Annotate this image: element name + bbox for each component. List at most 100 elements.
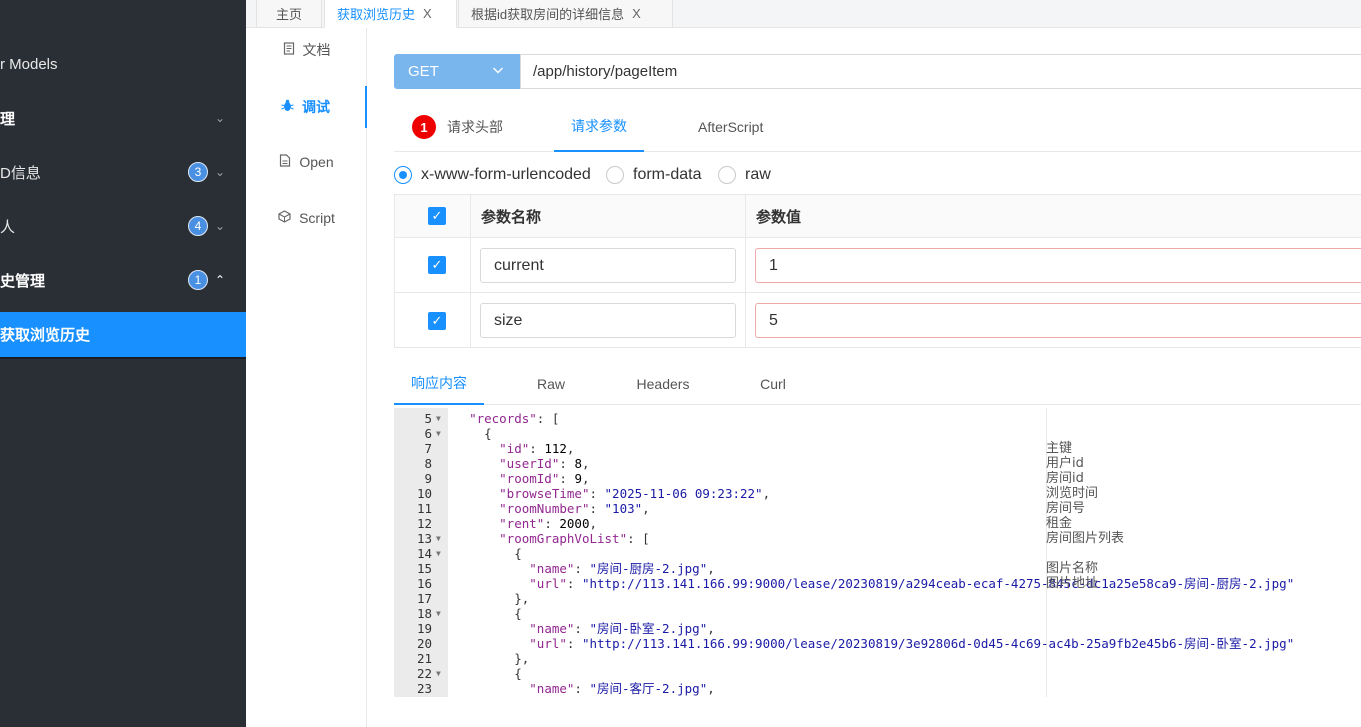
row-select-cell: ✓ <box>395 293 471 348</box>
fold-arrow-icon[interactable]: ▼ <box>436 411 444 426</box>
sidebar-item-label: 获取浏览历史 <box>0 327 91 344</box>
method-select[interactable]: GET <box>394 54 520 89</box>
row-value-cell: 1 <box>746 238 1361 292</box>
fold-arrow-icon[interactable]: ▼ <box>436 606 444 621</box>
sidebar-item-models[interactable]: r Models <box>0 43 246 85</box>
tab-label: 获取浏览历史 <box>337 7 416 22</box>
file-icon <box>279 154 291 170</box>
sidebar-item-label: D信息 <box>0 164 41 182</box>
chevron-up-icon: ⌃ <box>214 273 226 287</box>
doc-icon <box>283 42 295 58</box>
radio-form-data[interactable]: form-data <box>606 162 701 188</box>
tab-label: AfterScript <box>698 119 764 135</box>
nav-open[interactable]: Open <box>246 142 367 182</box>
row-checkbox[interactable]: ✓ <box>428 311 446 330</box>
tab-after-script[interactable]: AfterScript <box>698 102 763 152</box>
sidebar: r Models 理 ⌄ D信息 3 ⌄ 人 4 ⌄ 史管理 1 ⌃ 获取浏览历… <box>0 0 246 727</box>
code-text: "roomNumber": "103", <box>499 501 650 516</box>
tab-curl[interactable]: Curl <box>728 362 818 405</box>
line-number: 10 <box>416 486 432 501</box>
row-select-cell: ✓ <box>395 238 471 292</box>
sidebar-item-get-browse-history[interactable]: 获取浏览历史 <box>0 312 246 357</box>
line-number: 8 <box>424 456 432 471</box>
tab-request-params[interactable]: 请求参数 <box>554 102 644 152</box>
nav-label: Open <box>299 154 334 170</box>
code-text: "roomGraphVoList": [ <box>499 531 650 546</box>
header-select-cell: ✓ <box>395 195 471 237</box>
tab-raw[interactable]: Raw <box>506 362 596 405</box>
radio-label: form-data <box>633 166 702 183</box>
code-icon <box>278 210 291 226</box>
code-line: 22 ▼ { <box>394 666 1361 681</box>
line-number: 20 <box>416 636 432 651</box>
code-text: "name": "房间-客厅-2.jpg", <box>529 681 715 696</box>
close-icon[interactable]: X <box>423 6 432 21</box>
nav-script[interactable]: Script <box>246 198 367 238</box>
tab-response-content[interactable]: 响应内容 <box>394 362 484 405</box>
param-value-input[interactable]: 1 <box>755 248 1361 283</box>
response-code-editor[interactable]: 5 ▼ "records": [6 ▼ {7 "id": 112, 主键 8 "user… <box>394 408 1361 697</box>
tab-room-detail[interactable]: 根据id获取房间的详细信息 X <box>458 0 673 28</box>
radio-unchecked-icon <box>606 166 624 184</box>
tab-label: 根据id获取房间的详细信息 <box>471 7 625 22</box>
radio-raw[interactable]: raw <box>718 162 771 188</box>
url-input[interactable]: /app/history/pageItem <box>520 54 1361 89</box>
tab-label: 主页 <box>275 7 302 22</box>
tab-get-browse-history[interactable]: 获取浏览历史 X <box>324 0 457 28</box>
close-icon[interactable]: X <box>632 6 641 21</box>
fold-arrow-icon[interactable]: ▼ <box>436 426 444 441</box>
table-header-row: ✓ 参数名称 参数值 <box>395 195 1361 238</box>
code-text: "roomId": 9, <box>499 471 590 486</box>
fold-arrow-icon[interactable]: ▼ <box>436 546 444 561</box>
chevron-down-icon: ⌄ <box>214 111 226 125</box>
sidebar-item-group-1[interactable]: 理 ⌄ <box>0 97 246 139</box>
fold-arrow-icon[interactable]: ▼ <box>436 531 444 546</box>
param-value-input[interactable]: 5 <box>755 303 1361 338</box>
doc-side-nav: 文档 调试 Open Script <box>246 28 367 727</box>
param-name-value: current <box>494 256 544 274</box>
nav-debug[interactable]: 调试 <box>246 86 367 128</box>
sidebar-item-history-management[interactable]: 史管理 1 ⌃ <box>0 259 246 301</box>
sidebar-item-group-3[interactable]: 人 4 ⌄ <box>0 205 246 247</box>
line-number: 15 <box>416 561 432 576</box>
line-number: 11 <box>416 501 432 516</box>
sidebar-item-label: r Models <box>0 55 58 73</box>
line-number: 22 <box>416 666 432 681</box>
field-description: 主键 <box>1046 441 1073 456</box>
error-count-badge: 1 <box>412 115 436 139</box>
tab-home[interactable]: 主页 <box>256 0 322 28</box>
line-number: 17 <box>416 591 432 606</box>
fold-arrow-icon[interactable]: ▼ <box>436 666 444 681</box>
code-line: 5 ▼ "records": [ <box>394 411 1361 426</box>
table-row: ✓ size 5 <box>395 293 1361 348</box>
tab-request-headers[interactable]: 1 请求头部 <box>412 102 503 152</box>
tab-headers[interactable]: Headers <box>618 362 708 405</box>
line-number: 21 <box>416 651 432 666</box>
line-number: 13 <box>416 531 432 546</box>
param-name-input[interactable]: size <box>480 303 736 338</box>
field-description: 浏览时间 <box>1046 486 1099 501</box>
sidebar-item-group-2[interactable]: D信息 3 ⌄ <box>0 151 246 193</box>
code-text: "browseTime": "2025-11-06 09:23:22", <box>499 486 771 501</box>
chevron-down-icon: ⌄ <box>214 219 226 233</box>
response-tabs: 响应内容 Raw Headers Curl <box>394 362 1361 405</box>
param-name-input[interactable]: current <box>480 248 736 283</box>
code-line: 7 "id": 112, 主键 <box>394 441 1361 456</box>
code-text: "rent": 2000, <box>499 516 598 531</box>
row-checkbox[interactable]: ✓ <box>428 256 446 274</box>
field-description: 房间图片列表 <box>1046 531 1125 546</box>
radio-checked-icon <box>394 166 412 184</box>
param-name-value: size <box>494 311 523 329</box>
tab-label: 响应内容 <box>411 374 467 391</box>
nav-doc[interactable]: 文档 <box>246 30 367 70</box>
code-text: }, <box>454 591 530 606</box>
field-description: 房间id <box>1046 471 1084 486</box>
field-description: 租金 <box>1046 516 1073 531</box>
header-name-cell: 参数名称 <box>471 195 746 237</box>
line-number: 23 <box>416 681 432 696</box>
radio-x-www-form-urlencoded[interactable]: x-www-form-urlencoded <box>394 162 591 188</box>
select-all-checkbox[interactable]: ✓ <box>428 207 446 225</box>
nav-label: 调试 <box>302 99 330 115</box>
bug-icon <box>281 99 294 115</box>
code-line: 8 "userId": 8, 用户id <box>394 456 1361 471</box>
